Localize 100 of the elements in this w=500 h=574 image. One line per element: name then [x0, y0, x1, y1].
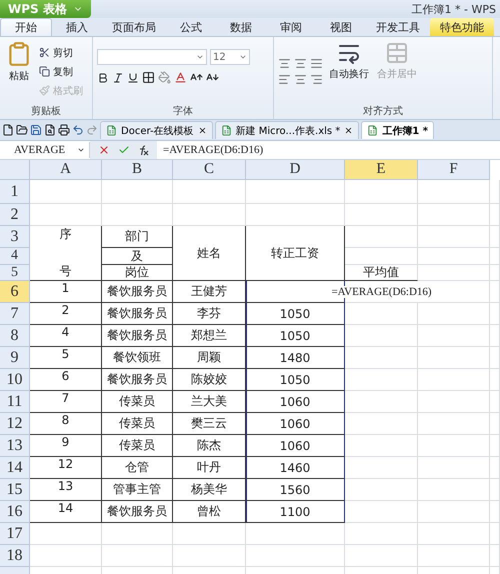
row-header[interactable]: 14 — [0, 457, 30, 479]
ribbon-tab[interactable]: 开发工具 — [366, 18, 430, 36]
grid-cell[interactable] — [490, 265, 500, 281]
row-header[interactable]: 15 — [0, 479, 30, 501]
clipboard-button[interactable]: 剪切 — [38, 44, 84, 60]
grid-cell[interactable] — [102, 204, 173, 226]
grid-cell[interactable] — [490, 523, 500, 545]
cell-editor[interactable]: =AVERAGE(D6:D16) — [330, 286, 433, 298]
ribbon-tab[interactable]: 开始 — [0, 18, 52, 36]
grid-cell[interactable] — [345, 226, 418, 248]
grid-cell[interactable] — [246, 545, 345, 567]
column-header[interactable]: D — [246, 160, 345, 180]
column-header[interactable]: C — [173, 160, 246, 180]
grid-cell[interactable] — [418, 391, 490, 413]
grid-cell[interactable] — [490, 325, 500, 347]
ribbon-tab[interactable]: 插入 — [52, 18, 102, 36]
row-header[interactable]: 12 — [0, 413, 30, 435]
ribbon-tab[interactable]: 公式 — [166, 18, 216, 36]
grid-cell[interactable] — [418, 303, 490, 325]
row-header[interactable]: 18 — [0, 545, 30, 567]
grid-cell[interactable] — [173, 180, 246, 204]
row-header[interactable]: 11 — [0, 391, 30, 413]
document-tab[interactable]: 新建 Micro...作表.xls * — [214, 121, 360, 139]
row-header[interactable]: 1 — [0, 180, 30, 204]
grid-cell[interactable] — [490, 457, 500, 479]
row-header[interactable]: 4 — [0, 248, 30, 265]
grid-cell[interactable] — [173, 204, 246, 226]
grid-cell[interactable] — [345, 457, 418, 479]
row-header[interactable]: 17 — [0, 523, 30, 545]
grid-cell[interactable] — [418, 479, 490, 501]
grid-cell[interactable] — [490, 347, 500, 369]
alignment-button[interactable]: 自动换行 — [327, 39, 371, 104]
grid-cell[interactable] — [102, 545, 173, 567]
grid-cell[interactable] — [173, 545, 246, 567]
grid-cell[interactable] — [345, 347, 418, 369]
font-name-field[interactable] — [97, 49, 207, 65]
document-tab[interactable]: 工作簿1 * — [361, 121, 434, 139]
grid-cell[interactable] — [246, 180, 345, 204]
ribbon-tab[interactable]: 特色功能 — [430, 18, 494, 36]
row-header[interactable]: 16 — [0, 501, 30, 523]
grid-cell[interactable] — [418, 369, 490, 391]
grid-cell[interactable] — [418, 545, 490, 567]
grid-cell[interactable] — [345, 479, 418, 501]
grid-cell[interactable] — [345, 204, 418, 226]
column-header[interactable]: A — [30, 160, 102, 180]
grid-cell[interactable] — [345, 435, 418, 457]
font-size-field[interactable]: 12 — [210, 49, 250, 65]
ribbon-tab[interactable]: 视图 — [316, 18, 366, 36]
column-header[interactable]: F — [418, 160, 490, 180]
row-header[interactable]: 3 — [0, 226, 30, 248]
row-header[interactable]: 6 — [0, 281, 30, 303]
grid-cell[interactable] — [418, 180, 490, 204]
grid-cell[interactable] — [418, 265, 490, 281]
grid-cell[interactable] — [30, 180, 102, 204]
grid-cell[interactable] — [246, 204, 345, 226]
grid-cell[interactable] — [345, 501, 418, 523]
grid-cell[interactable] — [490, 369, 500, 391]
row-header[interactable]: 5 — [0, 265, 30, 281]
row-header[interactable]: 13 — [0, 435, 30, 457]
document-tab[interactable]: Docer-在线模板 — [100, 121, 213, 139]
grid-cell[interactable] — [418, 501, 490, 523]
paste-button[interactable]: 粘贴 — [4, 39, 34, 104]
grid-cell[interactable] — [490, 413, 500, 435]
grid-cell[interactable] — [418, 204, 490, 226]
formula-field[interactable]: =AVERAGE(D6:D16) — [157, 144, 500, 156]
grid-cell[interactable] — [418, 347, 490, 369]
row-header[interactable]: 10 — [0, 369, 30, 391]
row-header[interactable]: 7 — [0, 303, 30, 325]
grid-cell[interactable] — [345, 523, 418, 545]
grid-cell[interactable] — [246, 523, 345, 545]
grid-cell[interactable] — [490, 435, 500, 457]
grid-cell[interactable] — [490, 180, 500, 204]
grid-cell[interactable] — [102, 523, 173, 545]
grid-cell[interactable] — [490, 281, 500, 303]
grid-cell[interactable] — [490, 545, 500, 567]
grid-cell[interactable] — [418, 413, 490, 435]
row-header[interactable]: 2 — [0, 204, 30, 226]
grid-cell[interactable] — [490, 226, 500, 248]
grid-cell[interactable] — [490, 391, 500, 413]
ribbon-tab[interactable]: 数据 — [216, 18, 266, 36]
grid-cell[interactable] — [345, 391, 418, 413]
grid-cell[interactable] — [345, 413, 418, 435]
grid-cell[interactable] — [490, 501, 500, 523]
ribbon-tab[interactable]: 页面布局 — [102, 18, 166, 36]
grid-cell[interactable] — [345, 369, 418, 391]
column-header[interactable]: E — [345, 160, 418, 180]
grid-cell[interactable] — [418, 248, 490, 265]
grid-cell[interactable] — [418, 435, 490, 457]
grid-cell[interactable] — [173, 523, 246, 545]
grid-cell[interactable] — [418, 325, 490, 347]
grid-cell[interactable] — [102, 180, 173, 204]
grid-cell[interactable] — [418, 523, 490, 545]
grid-cell[interactable] — [345, 325, 418, 347]
grid-cell[interactable] — [345, 303, 418, 325]
grid-cell[interactable] — [490, 303, 500, 325]
grid-cell[interactable] — [345, 248, 418, 265]
column-header[interactable]: B — [102, 160, 173, 180]
grid-cell[interactable] — [418, 457, 490, 479]
ribbon-tab[interactable]: 审阅 — [266, 18, 316, 36]
grid-cell[interactable] — [345, 545, 418, 567]
